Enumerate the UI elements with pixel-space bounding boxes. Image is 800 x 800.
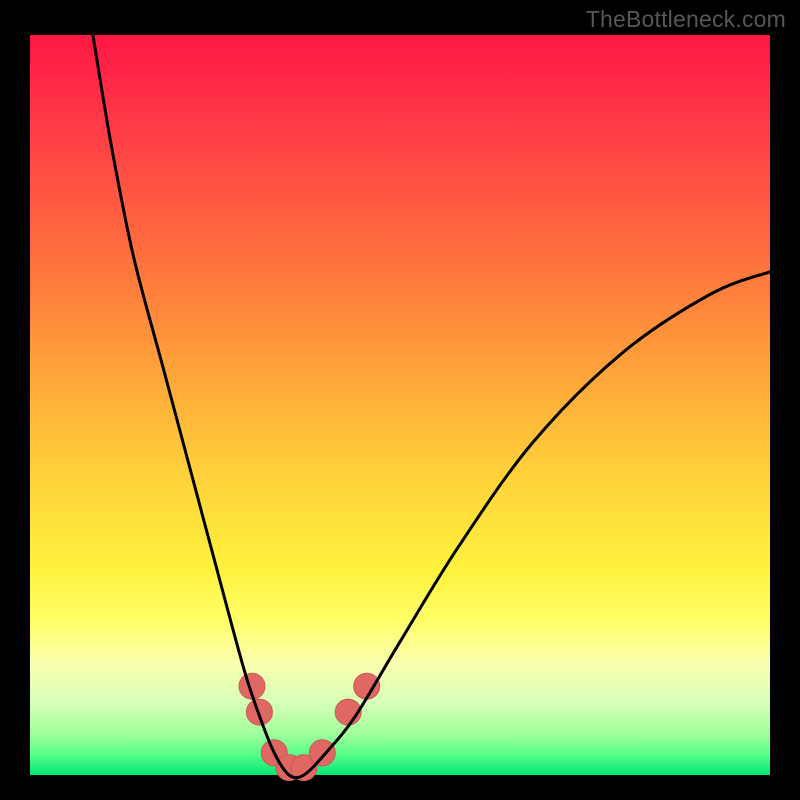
watermark-text: TheBottleneck.com xyxy=(586,6,786,33)
plot-background xyxy=(30,35,770,775)
marker-point xyxy=(309,740,335,766)
bottleneck-chart xyxy=(0,0,800,800)
chart-stage: TheBottleneck.com xyxy=(0,0,800,800)
